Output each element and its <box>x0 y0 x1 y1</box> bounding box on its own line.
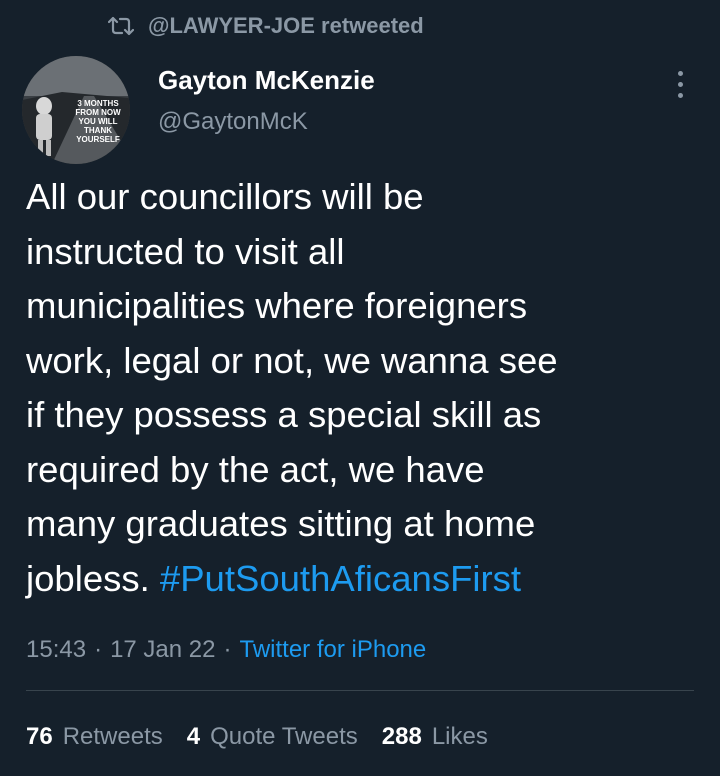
svg-text:YOURSELF: YOURSELF <box>76 135 120 144</box>
retweet-context[interactable]: @LAWYER-JOE retweeted <box>108 8 424 44</box>
retweets-stat[interactable]: 76 Retweets <box>26 723 163 751</box>
likes-label: Likes <box>431 723 488 750</box>
display-name[interactable]: Gayton McKenzie <box>158 62 375 98</box>
quotes-stat[interactable]: 4 Quote Tweets <box>187 723 358 751</box>
tweet-meta: 15:43 · 17 Jan 22 · Twitter for iPhone <box>26 630 426 670</box>
source-link[interactable]: Twitter for iPhone <box>239 636 426 664</box>
tweet-time[interactable]: 15:43 <box>26 636 86 664</box>
hashtag-link[interactable]: #PutSouthAficansFirst <box>160 558 521 599</box>
engagement-stats: 76 Retweets 4 Quote Tweets 288 Likes <box>26 716 512 758</box>
retweets-count: 76 <box>26 723 53 750</box>
svg-text:3 MONTHS: 3 MONTHS <box>77 99 119 108</box>
avatar[interactable]: 3 MONTHS FROM NOW YOU WILL THANK YOURSEL… <box>22 56 130 164</box>
svg-text:YOU WILL: YOU WILL <box>78 117 117 126</box>
divider <box>26 690 694 691</box>
author-block[interactable]: Gayton McKenzie @GaytonMcK <box>158 62 375 140</box>
tweet-text: All our councillors will be instructed t… <box>26 170 698 606</box>
svg-text:FROM NOW: FROM NOW <box>75 108 121 117</box>
retweet-icon <box>108 15 134 37</box>
likes-count: 288 <box>381 723 422 750</box>
likes-stat[interactable]: 288 Likes <box>382 723 488 751</box>
quotes-label: Quote Tweets <box>210 723 358 750</box>
retweets-label: Retweets <box>62 723 163 750</box>
tweet-date[interactable]: 17 Jan 22 <box>110 636 215 664</box>
tweet-body: All our councillors will be instructed t… <box>26 176 558 599</box>
user-handle[interactable]: @GaytonMcK <box>158 104 375 140</box>
meta-separator: · <box>223 636 232 663</box>
meta-separator: · <box>94 636 103 663</box>
svg-text:THANK: THANK <box>84 126 112 135</box>
quotes-count: 4 <box>186 723 201 750</box>
retweet-text[interactable]: @LAWYER-JOE retweeted <box>148 13 424 39</box>
more-options-icon[interactable] <box>668 66 692 102</box>
